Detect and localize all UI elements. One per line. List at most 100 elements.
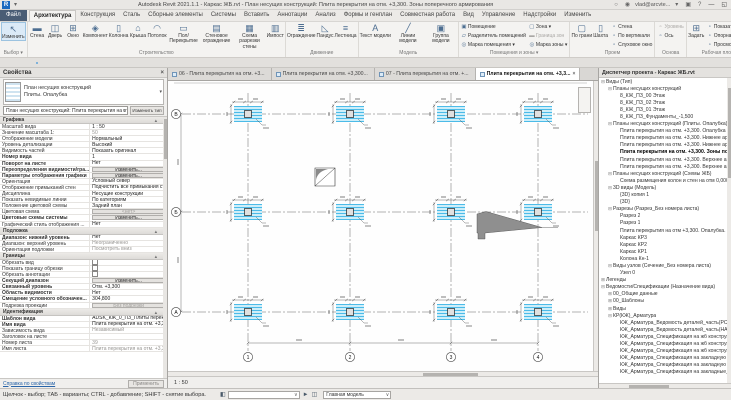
tree-item[interactable]: ⊟3D виды (Модель): [599, 184, 731, 191]
tree-item[interactable]: ⊟Планы несущих конструкций (Плиты. Опалу…: [599, 121, 731, 128]
tree-item[interactable]: ⊟Планы несущих конструкций (Схемы ЖБ): [599, 170, 731, 177]
ribbon-small-button[interactable]: ▬Граница зон: [528, 31, 569, 40]
tree-item[interactable]: Плита перекрытия на отм +3,300. Опалубка…: [599, 227, 731, 234]
apply-button[interactable]: Применить: [128, 380, 164, 388]
group-label-select[interactable]: Выбор ▾: [1, 50, 26, 57]
account-arrow-icon[interactable]: ▾: [675, 1, 678, 8]
tree-item[interactable]: {3D}: [599, 199, 731, 206]
ribbon-tab[interactable]: Вставить: [240, 10, 273, 21]
ribbon-tab[interactable]: Аннотации: [273, 10, 311, 21]
tree-item[interactable]: КЖ_Арматура_Спецификация на жб конструкц…: [599, 340, 731, 347]
tree-item[interactable]: Каркас КР1: [599, 248, 731, 255]
tree-item[interactable]: ⊞Легенды: [599, 277, 731, 284]
ribbon-button[interactable]: ▢По грани: [571, 22, 592, 39]
view-tab[interactable]: Плита перекрытия на отм. +3,300...: [272, 68, 375, 80]
active-workset-dropdown[interactable]: [228, 391, 300, 399]
design-options-dropdown[interactable]: Главная модель: [323, 391, 391, 399]
tree-item[interactable]: 8_КЖ_ПЗ_00 Этаж: [599, 92, 731, 99]
app-menu-arrow-icon[interactable]: ▾: [14, 1, 17, 8]
view-tab[interactable]: Плита перекрытия на отм. +3,3...×: [476, 68, 581, 80]
scale-button[interactable]: 1 : 50: [171, 379, 191, 387]
help-icon[interactable]: ?: [698, 2, 701, 8]
tree-item[interactable]: Каркас КР2: [599, 241, 731, 248]
ribbon-button[interactable]: ≣Ограждение: [287, 22, 316, 39]
ribbon-tab[interactable]: Сборные элементы: [144, 10, 207, 21]
ribbon-button[interactable]: ◺Пандус: [317, 22, 334, 39]
ribbon-button[interactable]: ▦Схема разрезки стены: [234, 22, 266, 50]
tree-item[interactable]: Плита перекрытия на отм. +3,300. Нижнее …: [599, 135, 731, 142]
group-label-rooms[interactable]: Помещения и зоны ▾: [460, 50, 569, 57]
tree-item[interactable]: Колона Кн-1: [599, 255, 731, 262]
ribbon-small-button[interactable]: ◎Марка зоны ▾: [528, 40, 569, 49]
tree-item[interactable]: ⊞Виды: [599, 305, 731, 312]
properties-help-link[interactable]: Справка по свойствам: [3, 381, 55, 387]
tab-file[interactable]: Файл: [0, 10, 27, 21]
ribbon-small-button[interactable]: ▱Разделитель помещений: [460, 31, 527, 40]
tree-item[interactable]: КЖ_Арматура_Ведомость деталей_часть(РС): [599, 319, 731, 326]
ribbon-small-button[interactable]: ▫Уровень: [656, 22, 684, 31]
edit-type-button[interactable]: Изменить тип: [130, 106, 164, 115]
ribbon-button[interactable]: ╱Линии модели: [392, 22, 424, 45]
tree-item[interactable]: Разрез 2: [599, 213, 731, 220]
tree-item[interactable]: КЖ_Арматура_Ведомость деталей_часть(НА): [599, 326, 731, 333]
tree-item[interactable]: ⊞00_Шаблоны: [599, 298, 731, 305]
ribbon-button[interactable]: ▥Импост: [267, 22, 284, 39]
properties-scrollbar[interactable]: [163, 117, 167, 378]
section-header-identity[interactable]: Идентификация: [0, 309, 167, 316]
ribbon-tab[interactable]: Управление: [478, 10, 519, 21]
minimize-button[interactable]: —: [706, 2, 716, 8]
ribbon-tab[interactable]: Конструкция: [76, 10, 119, 21]
tree-item[interactable]: 8_КЖ_ПЗ_02 Этаж: [599, 99, 731, 106]
ribbon-small-button[interactable]: ◎Марка помещения ▾: [460, 40, 527, 49]
tree-item[interactable]: Плита перекрытия на отм. +3,300. Опалубк…: [599, 128, 731, 135]
ribbon-small-button[interactable]: ▫Слуховое окно: [610, 40, 653, 49]
view-tab[interactable]: 06 - Плита перекрытия на отм. +3...: [168, 68, 272, 80]
ribbon-button[interactable]: ▯Шахта: [592, 22, 609, 39]
column-reinforcement-zones[interactable]: [227, 99, 559, 326]
browser-vertical-scrollbar[interactable]: [727, 78, 731, 383]
ribbon-tab[interactable]: Системы: [207, 10, 240, 21]
account-name[interactable]: vlad@arcvte...: [635, 2, 670, 8]
grid-bubbles[interactable]: 1 2 3 4 В Б А: [171, 109, 542, 361]
worksharing-icon[interactable]: ◫: [312, 391, 318, 398]
canvas-horizontal-scrollbar[interactable]: [168, 371, 598, 376]
revit-logo-icon[interactable]: R: [2, 1, 10, 9]
tree-item[interactable]: Плита перекрытия на отм. +3,300. Верхнее…: [599, 163, 731, 170]
app-store-icon[interactable]: ▣: [685, 1, 691, 8]
ribbon-small-button[interactable]: ▫Ось: [656, 31, 684, 40]
worksets-icon[interactable]: ◧: [220, 391, 226, 398]
close-icon[interactable]: ×: [160, 70, 164, 76]
tree-item[interactable]: Разрез 1: [599, 220, 731, 227]
modify-button[interactable]: ↖ Изменить: [1, 22, 26, 41]
tree-item[interactable]: КЖ_Арматура_Спецификация на закладные_гр…: [599, 369, 731, 376]
ribbon-small-button[interactable]: ▫Опорная плоскость: [706, 31, 731, 40]
restore-button[interactable]: ◱: [719, 1, 729, 8]
tree-item[interactable]: КЖ_Арматура_Спецификация на жб конструкц…: [599, 333, 731, 340]
tree-item[interactable]: Каркас КР3: [599, 234, 731, 241]
ribbon-tab[interactable]: Архитектура: [29, 10, 77, 21]
view-tab[interactable]: 07 - Плита перекрытия на отм. +...: [375, 68, 476, 80]
set-workplane-button[interactable]: ⊞ Задать: [688, 22, 705, 39]
tree-item[interactable]: Узел 0: [599, 270, 731, 277]
ribbon-button[interactable]: AТекст модели: [360, 22, 391, 39]
ribbon-tab[interactable]: Изменить: [560, 10, 595, 21]
ribbon-small-button[interactable]: ▣Помещение: [460, 22, 527, 31]
floor-plan-drawing[interactable]: 1 2 3 4 В Б А: [168, 81, 593, 371]
ribbon-button[interactable]: ▬Стена: [29, 22, 46, 39]
ribbon-tab[interactable]: Надстройки: [519, 10, 560, 21]
tree-item[interactable]: ⊟Виды (Тип): [599, 78, 731, 85]
tree-item[interactable]: {3D} копия 1: [599, 192, 731, 199]
ribbon-button[interactable]: ◈Компонент: [83, 22, 108, 39]
tree-item[interactable]: Плита перекрытия на отм. +3,300. Верхнее…: [599, 156, 731, 163]
tree-item[interactable]: Схема размещения колон и стен на отм 0,0…: [599, 177, 731, 184]
tree-item[interactable]: ⊟КР(КЖ)_Арматура: [599, 312, 731, 319]
ribbon-small-button[interactable]: ▢Зона ▾: [528, 22, 569, 31]
ribbon-small-button[interactable]: ▫По вертикали: [610, 31, 653, 40]
tree-item[interactable]: 8_КЖ_ПЗ_Фундаменты_-1,500: [599, 113, 731, 120]
ribbon-button[interactable]: ◫Дверь: [47, 22, 64, 39]
ribbon-small-button[interactable]: ▫Показать: [706, 22, 731, 31]
editing-requests-icon[interactable]: ►: [303, 392, 309, 398]
ribbon-button[interactable]: ▭Пол/Перекрытие: [168, 22, 200, 45]
tree-item[interactable]: ⊟Виды узлов (Сечение_Без номера листа): [599, 262, 731, 269]
ribbon-tab[interactable]: Совместная работа: [396, 10, 459, 21]
